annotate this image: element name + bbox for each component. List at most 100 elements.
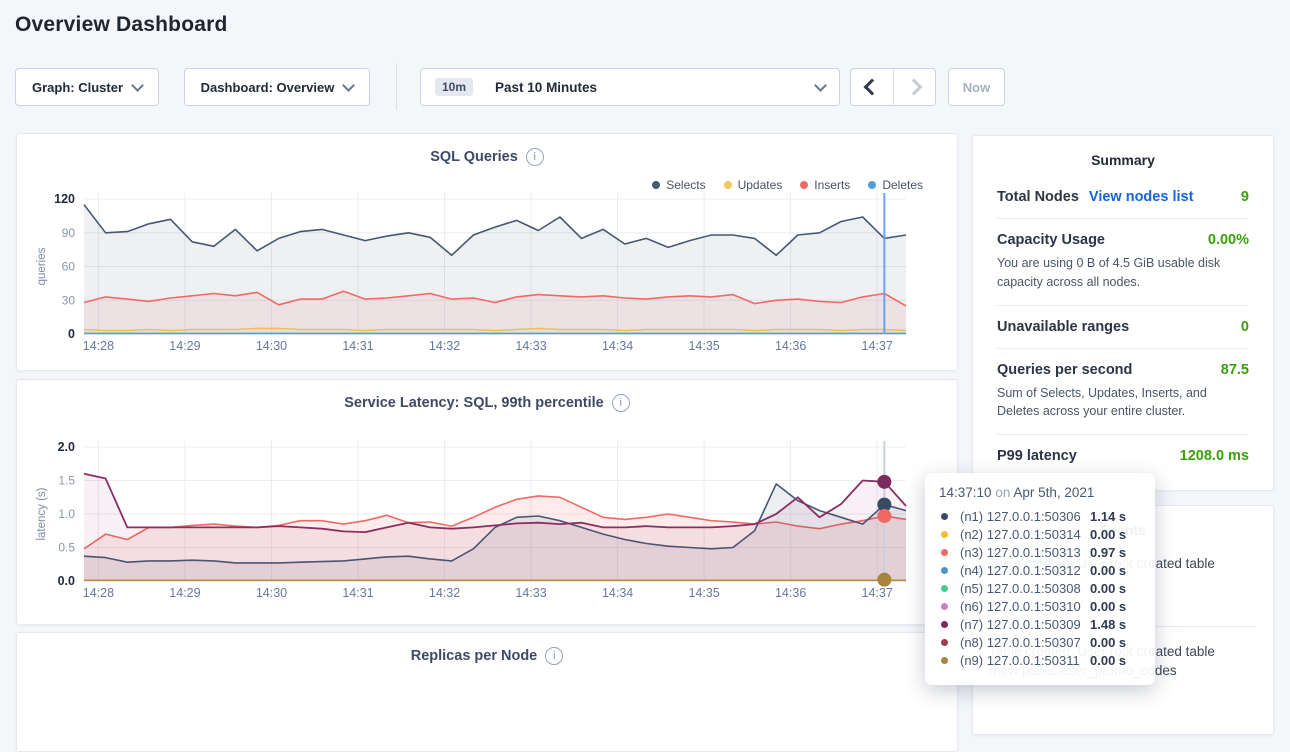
node-color-dot: [941, 657, 948, 664]
summary-label: Total Nodes: [997, 189, 1079, 205]
node-address: (n2) 127.0.0.1:50314: [960, 527, 1090, 542]
node-address: (n4) 127.0.0.1:50312: [960, 563, 1090, 578]
svg-text:90: 90: [62, 226, 76, 240]
summary-value: 87.5: [1221, 362, 1249, 378]
summary-row-qps: Queries per second 87.5 Sum of Selects, …: [997, 349, 1249, 436]
svg-text:14:36: 14:36: [775, 586, 806, 600]
svg-text:14:37: 14:37: [862, 586, 893, 600]
node-latency-value: 0.97 s: [1090, 545, 1126, 560]
time-range-badge: 10m: [435, 78, 473, 96]
tooltip-time: 14:37:10: [939, 485, 992, 500]
svg-text:14:30: 14:30: [256, 586, 287, 600]
node-color-dot: [941, 513, 948, 520]
summary-label: Capacity Usage: [997, 232, 1105, 248]
dashboard-dropdown-label: Dashboard: Overview: [201, 80, 335, 95]
node-address: (n5) 127.0.0.1:50308: [960, 581, 1090, 596]
tooltip-date: Apr 5th, 2021: [1013, 485, 1094, 500]
node-color-dot: [941, 567, 948, 574]
svg-text:0: 0: [68, 327, 75, 341]
tooltip-node-row: (n1) 127.0.0.1:503061.14 s: [939, 507, 1141, 525]
svg-text:14:37: 14:37: [862, 339, 893, 353]
tooltip-node-row: (n2) 127.0.0.1:503140.00 s: [939, 525, 1141, 543]
node-color-dot: [941, 549, 948, 556]
node-latency-value: 0.00 s: [1090, 581, 1126, 596]
tooltip-node-row: (n8) 127.0.0.1:503070.00 s: [939, 633, 1141, 651]
node-address: (n7) 127.0.0.1:50309: [960, 617, 1090, 632]
node-color-dot: [941, 585, 948, 592]
replicas-per-node-panel: Replicas per Node i: [16, 632, 958, 752]
view-nodes-list-link[interactable]: View nodes list: [1089, 189, 1194, 205]
summary-panel: Summary Total Nodes View nodes list 9 Ca…: [972, 135, 1274, 491]
svg-text:latency (s): latency (s): [36, 487, 48, 540]
svg-text:14:28: 14:28: [83, 586, 114, 600]
service-latency-panel: Service Latency: SQL, 99th percentile i …: [16, 379, 958, 625]
svg-text:0.0: 0.0: [58, 574, 75, 588]
svg-text:14:31: 14:31: [342, 586, 373, 600]
sql-queries-panel: SQL Queries i SelectsUpdatesInsertsDelet…: [16, 133, 958, 371]
svg-text:1.5: 1.5: [58, 474, 75, 488]
chevron-left-icon: [863, 79, 880, 96]
summary-title: Summary: [997, 136, 1249, 168]
summary-description: Sum of Selects, Updates, Inserts, and De…: [997, 384, 1249, 422]
node-address: (n9) 127.0.0.1:50311: [960, 653, 1090, 668]
node-address: (n6) 127.0.0.1:50310: [960, 599, 1090, 614]
summary-value: 0.00%: [1208, 232, 1249, 248]
page-title: Overview Dashboard: [15, 13, 228, 37]
svg-text:14:35: 14:35: [688, 586, 719, 600]
time-range-selector[interactable]: 10m Past 10 Minutes: [420, 68, 840, 106]
svg-text:14:33: 14:33: [515, 339, 546, 353]
tooltip-node-row: (n3) 127.0.0.1:503130.97 s: [939, 543, 1141, 561]
info-icon[interactable]: i: [545, 647, 563, 665]
summary-row-p99: P99 latency 1208.0 ms: [997, 435, 1249, 477]
next-time-button[interactable]: [894, 69, 936, 105]
svg-text:14:30: 14:30: [256, 339, 287, 353]
svg-text:14:34: 14:34: [602, 586, 633, 600]
chevron-right-icon: [906, 79, 923, 96]
svg-text:2.0: 2.0: [58, 440, 75, 454]
svg-text:queries: queries: [36, 247, 48, 285]
tooltip-node-row: (n7) 127.0.0.1:503091.48 s: [939, 615, 1141, 633]
tooltip-preposition: on: [995, 485, 1010, 500]
svg-text:30: 30: [62, 293, 76, 307]
svg-text:14:35: 14:35: [688, 339, 719, 353]
summary-label: P99 latency: [997, 448, 1077, 464]
svg-text:14:34: 14:34: [602, 339, 633, 353]
node-color-dot: [941, 603, 948, 610]
summary-label: Unavailable ranges: [997, 319, 1129, 335]
svg-text:14:31: 14:31: [342, 339, 373, 353]
chevron-down-icon: [342, 79, 355, 92]
summary-value: 0: [1241, 319, 1249, 335]
summary-description: You are using 0 B of 4.5 GiB usable disk…: [997, 254, 1249, 292]
svg-text:14:28: 14:28: [83, 339, 114, 353]
graph-dropdown[interactable]: Graph: Cluster: [15, 68, 159, 106]
svg-text:14:29: 14:29: [169, 586, 200, 600]
svg-text:14:32: 14:32: [429, 586, 460, 600]
node-color-dot: [941, 621, 948, 628]
node-address: (n3) 127.0.0.1:50313: [960, 545, 1090, 560]
svg-text:14:32: 14:32: [429, 339, 460, 353]
summary-row-capacity: Capacity Usage 0.00% You are using 0 B o…: [997, 219, 1249, 306]
chart-title: Replicas per Node: [411, 648, 538, 664]
node-address: (n8) 127.0.0.1:50307: [960, 635, 1090, 650]
node-latency-value: 1.48 s: [1090, 617, 1126, 632]
dashboard-dropdown[interactable]: Dashboard: Overview: [184, 68, 370, 106]
tooltip-header: 14:37:10 on Apr 5th, 2021: [939, 485, 1141, 500]
node-color-dot: [941, 531, 948, 538]
node-latency-value: 0.00 s: [1090, 653, 1126, 668]
svg-text:120: 120: [54, 192, 75, 206]
summary-row-total-nodes: Total Nodes View nodes list 9: [997, 176, 1249, 219]
now-button[interactable]: Now: [948, 68, 1005, 106]
graph-dropdown-label: Graph: Cluster: [32, 80, 123, 95]
tooltip-node-row: (n5) 127.0.0.1:503080.00 s: [939, 579, 1141, 597]
node-latency-value: 1.14 s: [1090, 509, 1126, 524]
summary-row-unavailable-ranges: Unavailable ranges 0: [997, 306, 1249, 349]
prev-time-button[interactable]: [851, 69, 893, 105]
summary-label: Queries per second: [997, 362, 1132, 378]
chevron-down-icon: [814, 79, 827, 92]
time-nav-group: [850, 68, 936, 106]
chevron-down-icon: [131, 79, 144, 92]
tooltip-rows: (n1) 127.0.0.1:503061.14 s(n2) 127.0.0.1…: [939, 507, 1141, 669]
summary-value: 1208.0 ms: [1180, 448, 1249, 464]
time-range-label: Past 10 Minutes: [495, 80, 597, 95]
node-latency-value: 0.00 s: [1090, 527, 1126, 542]
